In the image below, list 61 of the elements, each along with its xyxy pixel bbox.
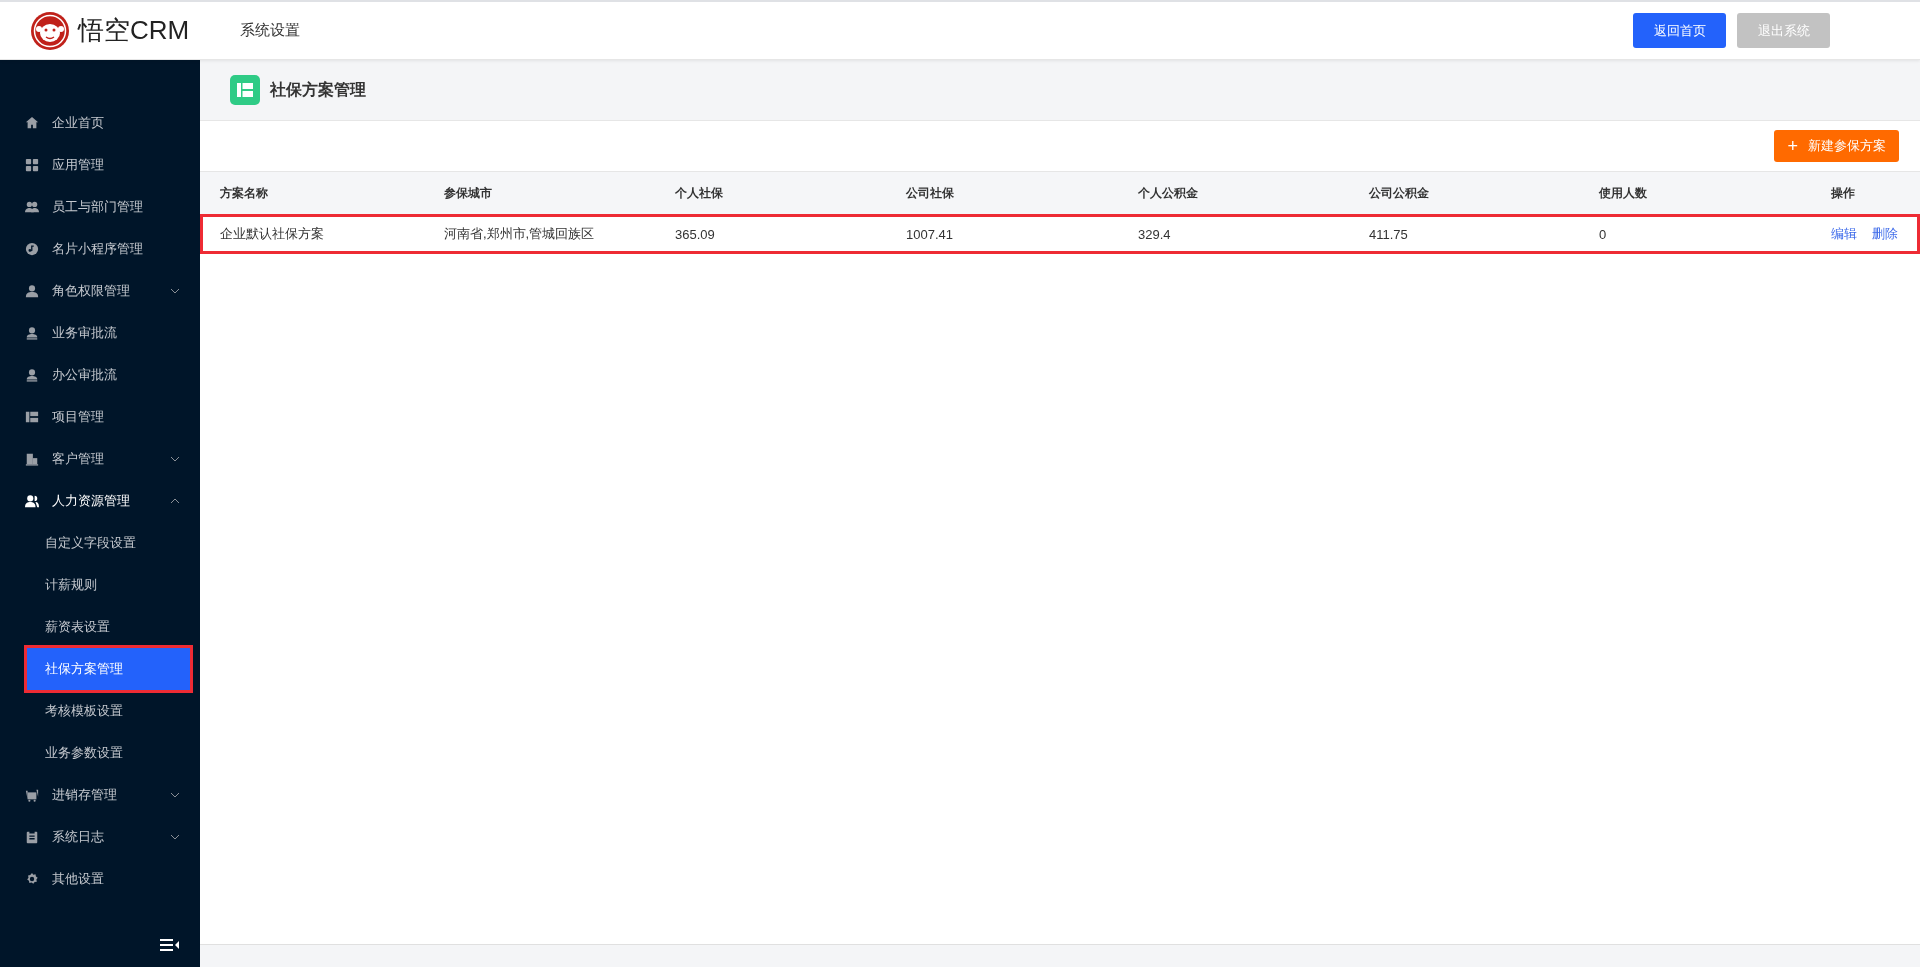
column-header: 公司公积金 — [1349, 171, 1579, 214]
table-cell: 411.75 — [1349, 214, 1579, 254]
section-title: 系统设置 — [240, 21, 300, 40]
monkey-logo-icon — [30, 10, 70, 51]
sidebar-subitem[interactable]: 自定义字段设置 — [27, 522, 190, 564]
home-button[interactable]: 返回首页 — [1633, 13, 1726, 48]
layout-icon — [230, 75, 260, 105]
settings-icon — [25, 872, 39, 886]
user-stamp-icon — [25, 368, 39, 382]
sidebar-item[interactable]: 其他设置 — [0, 858, 200, 900]
sidebar-item[interactable]: 角色权限管理 — [0, 270, 200, 312]
users-icon — [25, 494, 39, 508]
sidebar-item[interactable]: 人力资源管理 — [0, 480, 200, 522]
sidebar-item[interactable]: 客户管理 — [0, 438, 200, 480]
table-cell: 河南省,郑州市,管城回族区 — [424, 214, 655, 254]
chevron-down-icon — [170, 288, 180, 294]
sidebar-item[interactable]: 名片小程序管理 — [0, 228, 200, 270]
table-cell: 0 — [1579, 214, 1811, 254]
user-icon — [25, 284, 39, 298]
page-title: 社保方案管理 — [270, 79, 366, 100]
cart-icon — [25, 788, 39, 802]
sidebar-item[interactable]: 员工与部门管理 — [0, 186, 200, 228]
sidebar-item[interactable]: 办公审批流 — [0, 354, 200, 396]
sidebar-item[interactable]: 进销存管理 — [0, 774, 200, 816]
column-header: 参保城市 — [424, 171, 655, 214]
sidebar-subitem[interactable]: 社保方案管理 — [27, 648, 190, 690]
column-header: 操作 — [1811, 171, 1920, 214]
home-icon — [25, 116, 39, 130]
sidebar-item[interactable]: 项目管理 — [0, 396, 200, 438]
sidebar-item[interactable]: 企业首页 — [0, 102, 200, 144]
sidebar-subitem[interactable]: 考核模板设置 — [27, 690, 190, 732]
column-header: 使用人数 — [1579, 171, 1811, 214]
sidebar-item[interactable]: 应用管理 — [0, 144, 200, 186]
delete-link[interactable]: 删除 — [1872, 226, 1898, 241]
sidebar-item[interactable]: 业务审批流 — [0, 312, 200, 354]
edit-link[interactable]: 编辑 — [1831, 226, 1857, 241]
table-cell: 企业默认社保方案 — [200, 214, 424, 254]
clipboard-icon — [25, 830, 39, 844]
chevron-up-icon — [170, 498, 180, 504]
layout-icon — [25, 410, 39, 424]
brand-name: 悟空CRM — [78, 14, 190, 47]
column-header: 方案名称 — [200, 171, 424, 214]
chevron-down-icon — [170, 792, 180, 798]
music-note-icon — [25, 242, 39, 256]
chevron-down-icon — [170, 834, 180, 840]
users-icon — [25, 200, 39, 214]
user-stamp-icon — [25, 326, 39, 340]
sidebar-subitem[interactable]: 计薪规则 — [27, 564, 190, 606]
table-cell: 365.09 — [655, 214, 886, 254]
column-header: 个人公积金 — [1118, 171, 1349, 214]
grid-icon — [25, 158, 39, 172]
column-header: 个人社保 — [655, 171, 886, 214]
sidebar-subitem[interactable]: 薪资表设置 — [27, 606, 190, 648]
table-cell: 1007.41 — [886, 214, 1118, 254]
chevron-down-icon — [170, 456, 180, 462]
sidebar-item[interactable]: 系统日志 — [0, 816, 200, 858]
column-header: 公司社保 — [886, 171, 1118, 214]
collapse-menu-icon[interactable] — [160, 939, 180, 951]
building-icon — [25, 452, 39, 466]
table-cell: 329.4 — [1118, 214, 1349, 254]
sidebar-subitem[interactable]: 业务参数设置 — [27, 732, 190, 774]
